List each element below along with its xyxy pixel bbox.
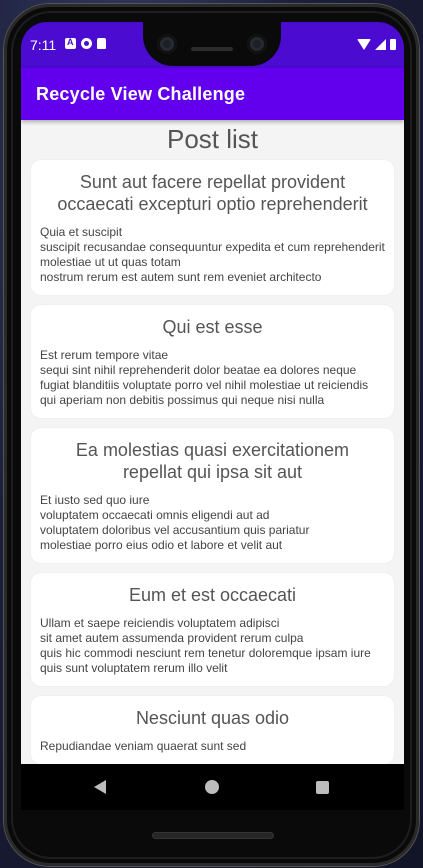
- front-camera-icon: [157, 34, 177, 54]
- post-title: Eum et est occaecati: [128, 585, 297, 605]
- home-icon[interactable]: [205, 780, 219, 794]
- post-title: Ea molestias quasi exercitationem repell…: [75, 440, 350, 482]
- post-card[interactable]: Nesciunt quas odio Repudiandae veniam qu…: [31, 696, 394, 764]
- post-list[interactable]: Sunt aut facere repellat provident occae…: [21, 160, 404, 764]
- post-body: Et iusto sed quo iure voluptatem occaeca…: [40, 493, 310, 552]
- notification-a-icon: [65, 37, 76, 49]
- app-title: Recycle View Challenge: [36, 84, 246, 104]
- signal-icon: [375, 39, 386, 50]
- page-title: Post list: [166, 124, 259, 154]
- post-title: Nesciunt quas odio: [135, 708, 290, 728]
- post-body: Est rerum tempore vitae sequi sint nihil…: [40, 348, 369, 407]
- post-title: Qui est esse: [162, 317, 263, 337]
- earpiece-speaker: [191, 47, 233, 51]
- post-body: Repudiandae veniam quaerat sunt sed: [40, 739, 247, 753]
- back-icon[interactable]: [94, 780, 106, 794]
- recent-apps-icon[interactable]: [316, 781, 329, 794]
- notification-circle-icon: [81, 38, 92, 49]
- main-content[interactable]: Post list Sunt aut facere repellat provi…: [21, 120, 404, 764]
- post-card[interactable]: Qui est esse Est rerum tempore vitae seq…: [31, 305, 394, 418]
- post-body: Quia et suscipit suscipit recusandae con…: [40, 225, 385, 284]
- sd-card-icon: [97, 38, 106, 49]
- bottom-speaker: [152, 832, 274, 839]
- system-icons: [357, 39, 396, 50]
- app-bar: Recycle View Challenge: [21, 68, 404, 120]
- post-card[interactable]: Ea molestias quasi exercitationem repell…: [31, 428, 394, 563]
- device-screen: 7:11 Recycle View Challenge Post list Su…: [21, 22, 404, 810]
- post-title: Sunt aut facere repellat provident occae…: [57, 172, 368, 214]
- post-card[interactable]: Sunt aut facere repellat provident occae…: [31, 160, 394, 295]
- status-time: 7:11: [30, 37, 57, 53]
- notification-icons: [65, 37, 106, 49]
- camera-notch: [143, 22, 281, 66]
- post-body: Ullam et saepe reiciendis voluptatem adi…: [40, 616, 371, 675]
- navigation-bar: [21, 764, 404, 810]
- battery-icon: [390, 39, 396, 50]
- front-sensor-icon: [247, 34, 267, 54]
- wifi-icon: [357, 39, 371, 50]
- post-card[interactable]: Eum et est occaecati Ullam et saepe reic…: [31, 573, 394, 686]
